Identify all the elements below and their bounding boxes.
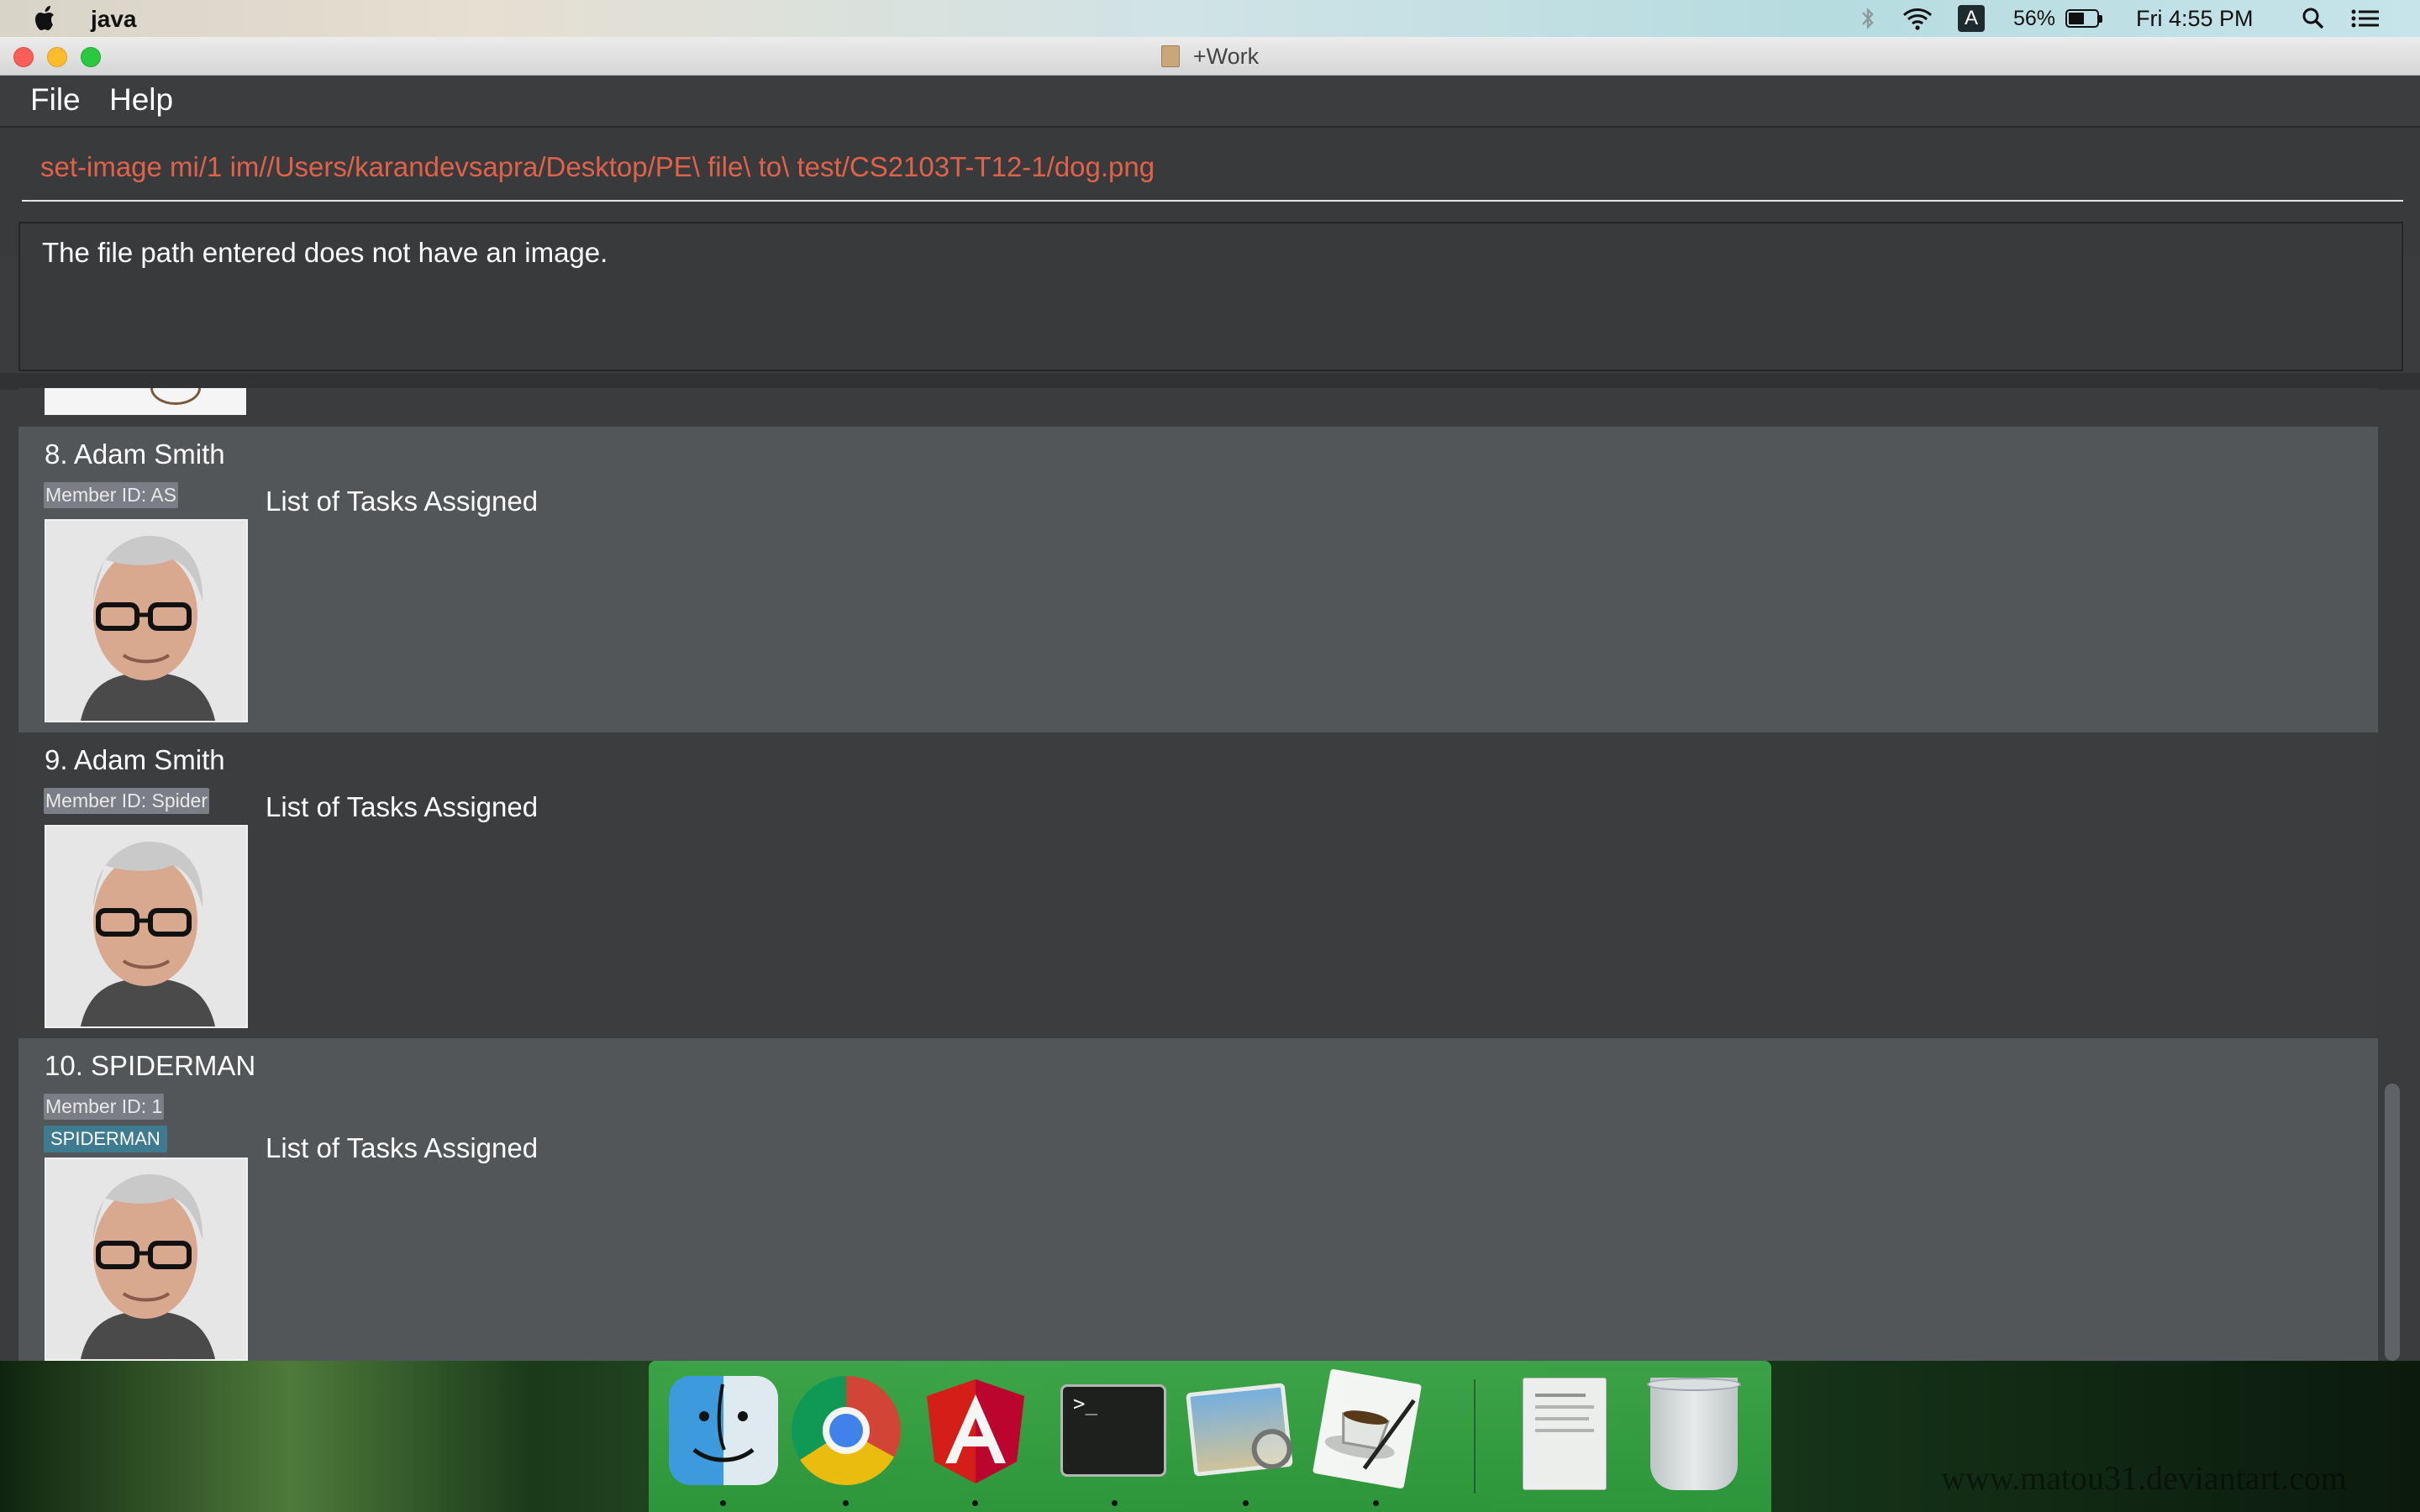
person-portrait-icon xyxy=(46,827,246,1026)
window-titlebar[interactable]: +Work xyxy=(0,37,2420,76)
member-index-name: 9. Adam Smith xyxy=(45,744,225,775)
member-id-label: Member ID: 1 xyxy=(44,1094,165,1120)
apple-logo-icon[interactable] xyxy=(34,3,59,34)
trash-icon[interactable] xyxy=(1647,1378,1741,1490)
running-indicator xyxy=(1112,1500,1118,1506)
running-indicator xyxy=(720,1500,726,1506)
person-portrait-icon xyxy=(46,521,246,721)
input-source-label: A xyxy=(1964,7,1978,29)
chrome-icon[interactable] xyxy=(792,1376,901,1485)
member-card[interactable]: 10. SPIDERMAN Member ID: 1 SPIDERMAN Lis… xyxy=(18,1038,2378,1361)
angular-icon[interactable] xyxy=(921,1376,1030,1485)
dock-separator xyxy=(1474,1379,1476,1494)
command-input[interactable] xyxy=(22,134,2403,202)
terminal-icon[interactable]: >_ xyxy=(1060,1384,1166,1477)
macos-dock: >_ xyxy=(649,1361,1771,1512)
member-photo xyxy=(45,1158,248,1361)
document-proxy-icon xyxy=(1160,45,1180,67)
menubar-clock[interactable]: Fri 4:55 PM xyxy=(2136,5,2254,32)
member-index-name: 10. SPIDERMAN xyxy=(45,1050,256,1081)
documents-icon[interactable] xyxy=(1523,1378,1607,1490)
partial-member-photo xyxy=(45,388,246,415)
partial-photo-content xyxy=(150,388,201,405)
wifi-icon[interactable] xyxy=(1901,5,1934,32)
menu-help[interactable]: Help xyxy=(109,82,173,118)
panel-divider[interactable] xyxy=(0,373,2420,390)
desktop-watermark: www.matou31.deviantart.com xyxy=(1941,1459,2347,1497)
java-coffee-icon[interactable] xyxy=(1312,1368,1423,1489)
window-title: +Work xyxy=(0,44,2420,70)
preview-icon[interactable] xyxy=(1186,1383,1295,1477)
result-message: The file path entered does not have an i… xyxy=(42,237,608,268)
macos-menu-bar: java A 56% Fri 4:55 PM xyxy=(0,0,2420,37)
running-indicator xyxy=(972,1500,978,1506)
member-tag: SPIDERMAN xyxy=(44,1126,167,1152)
input-source-icon[interactable]: A xyxy=(1958,5,1985,32)
member-card[interactable]: 8. Adam Smith Member ID: AS List of Task… xyxy=(18,427,2378,732)
partial-member-card xyxy=(18,388,2378,427)
member-card[interactable]: 9. Adam Smith Member ID: Spider List of … xyxy=(18,732,2378,1038)
member-photo xyxy=(45,519,248,722)
spotlight-search-icon[interactable] xyxy=(2301,5,2326,32)
app-window: +Work File Help The file path entered do… xyxy=(0,37,2420,1361)
tasks-assigned-label: List of Tasks Assigned xyxy=(266,791,539,822)
person-portrait-icon xyxy=(46,1159,246,1359)
running-indicator xyxy=(843,1500,849,1506)
active-app-name[interactable]: java xyxy=(91,6,137,33)
member-photo xyxy=(45,825,248,1028)
member-list-panel[interactable]: 8. Adam Smith Member ID: AS List of Task… xyxy=(18,388,2378,1361)
window-title-text: +Work xyxy=(1192,44,1260,69)
tasks-assigned-label: List of Tasks Assigned xyxy=(266,1132,539,1163)
battery-icon[interactable] xyxy=(2065,5,2104,32)
scrollbar-thumb[interactable] xyxy=(2385,1084,2400,1361)
member-id-label: Member ID: Spider xyxy=(44,788,210,814)
menu-file[interactable]: File xyxy=(30,82,81,118)
bluetooth-icon[interactable] xyxy=(1859,5,1877,32)
running-indicator xyxy=(1373,1500,1379,1506)
tasks-assigned-label: List of Tasks Assigned xyxy=(266,486,539,517)
battery-percent[interactable]: 56% xyxy=(2013,5,2055,32)
notification-center-icon[interactable] xyxy=(2349,5,2381,32)
finder-icon[interactable] xyxy=(669,1376,778,1485)
result-display: The file path entered does not have an i… xyxy=(18,222,2403,371)
app-menu-bar: File Help xyxy=(0,76,2420,128)
member-index-name: 8. Adam Smith xyxy=(45,438,225,470)
running-indicator xyxy=(1243,1500,1249,1506)
member-id-label: Member ID: AS xyxy=(44,482,178,508)
